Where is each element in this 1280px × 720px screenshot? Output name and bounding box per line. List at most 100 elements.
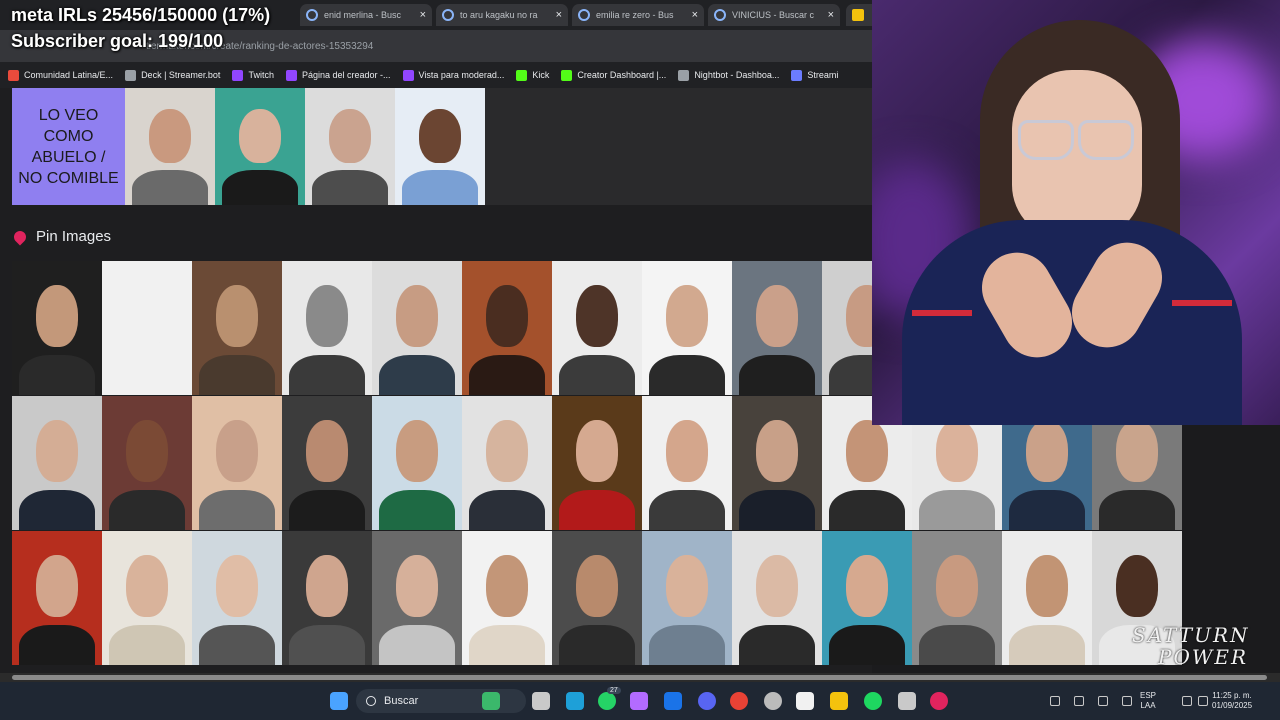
- clock[interactable]: 11:25 p. m. 01/09/2025: [1212, 691, 1252, 711]
- actor-image[interactable]: [732, 531, 822, 665]
- bookmark-label: Página del creador -...: [301, 70, 391, 80]
- bookmark-item[interactable]: Kick: [516, 69, 549, 81]
- webcam-feed: [872, 0, 1280, 425]
- bookmark-icon: [8, 69, 19, 81]
- app-red-icon[interactable]: [930, 692, 948, 710]
- actor-image[interactable]: [642, 261, 732, 395]
- bookmark-item[interactable]: Deck | Streamer.bot: [125, 69, 220, 81]
- logo-line-2: POWER: [1158, 645, 1249, 669]
- actor-image[interactable]: [102, 531, 192, 665]
- tier-actor-image[interactable]: [305, 88, 395, 205]
- actor-image[interactable]: [102, 396, 192, 530]
- horizontal-scrollbar[interactable]: [0, 673, 1280, 682]
- pin-images-header: Pin Images: [11, 228, 111, 245]
- copilot-icon[interactable]: [630, 692, 648, 710]
- widgets-icon[interactable]: [482, 692, 500, 710]
- bookmark-icon: [232, 69, 244, 81]
- tray-app-icon[interactable]: [1122, 696, 1132, 706]
- subscriber-goal-overlay: Subscriber goal: 199/100: [11, 31, 224, 51]
- language-region: LAA: [1140, 701, 1156, 710]
- actor-image[interactable]: [822, 531, 912, 665]
- actor-image[interactable]: [282, 261, 372, 395]
- actor-image[interactable]: [372, 396, 462, 530]
- actor-image[interactable]: [282, 396, 372, 530]
- spotify-icon[interactable]: [864, 692, 882, 710]
- actor-image[interactable]: [732, 261, 822, 395]
- actor-image[interactable]: [12, 261, 102, 395]
- actor-image[interactable]: [642, 396, 732, 530]
- tab-title: enid merlina - Busc: [324, 10, 402, 20]
- bookmark-item[interactable]: Twitch: [232, 69, 274, 81]
- bookmark-item[interactable]: Creator Dashboard |...: [561, 69, 667, 81]
- browser-tab-4[interactable]: VINICIUS - Buscar c ×: [708, 4, 840, 26]
- actor-image[interactable]: [732, 396, 822, 530]
- network-icon[interactable]: [1182, 696, 1192, 706]
- edge-icon[interactable]: [566, 692, 584, 710]
- glasses-lens-right: [1078, 120, 1134, 160]
- actor-image[interactable]: [552, 261, 642, 395]
- actor-image[interactable]: [372, 531, 462, 665]
- language-indicator[interactable]: ESP LAA: [1140, 691, 1156, 711]
- actor-image[interactable]: [912, 531, 1002, 665]
- bookmark-item[interactable]: Streami: [791, 69, 838, 81]
- actor-image[interactable]: [642, 531, 732, 665]
- google-icon: [442, 9, 454, 21]
- tab-title: emilia re zero - Bus: [596, 10, 674, 20]
- actor-image[interactable]: [372, 261, 462, 395]
- actor-image[interactable]: [552, 531, 642, 665]
- close-icon[interactable]: ×: [828, 9, 834, 21]
- browser-tab-active[interactable]: [846, 4, 872, 26]
- actor-image[interactable]: [12, 396, 102, 530]
- volume-icon[interactable]: [1198, 696, 1208, 706]
- bookmark-item[interactable]: Página del creador -...: [285, 69, 391, 81]
- chrome-icon[interactable]: [730, 692, 748, 710]
- outlook-icon[interactable]: [664, 692, 682, 710]
- discord-icon[interactable]: [698, 692, 716, 710]
- obs-icon[interactable]: [764, 692, 782, 710]
- bookmark-item[interactable]: Nightbot - Dashboa...: [678, 69, 779, 81]
- settings-icon[interactable]: [898, 692, 916, 710]
- bookmark-icon: [402, 69, 414, 81]
- tab-title: to aru kagaku no ra: [460, 10, 538, 20]
- tray-app-icon[interactable]: [1074, 696, 1084, 706]
- task-view-icon[interactable]: [532, 692, 550, 710]
- close-icon[interactable]: ×: [692, 9, 698, 21]
- bookmark-label: Comunidad Latina/E...: [24, 70, 114, 80]
- bookmark-label: Vista para moderad...: [418, 70, 505, 80]
- actor-image[interactable]: [12, 531, 102, 665]
- pin-icon: [11, 228, 29, 245]
- actor-image[interactable]: [192, 531, 282, 665]
- actor-image[interactable]: [462, 396, 552, 530]
- tier-actor-image[interactable]: [125, 88, 215, 205]
- capcut-icon[interactable]: [796, 692, 814, 710]
- actor-image[interactable]: [102, 261, 192, 395]
- meta-irls-overlay: meta IRLs 25456/150000 (17%): [11, 5, 271, 25]
- tray-battery-icon[interactable]: [1098, 696, 1108, 706]
- tray-chevron-icon[interactable]: [1050, 696, 1060, 706]
- actor-image[interactable]: [462, 531, 552, 665]
- browser-tab-2[interactable]: to aru kagaku no ra ×: [436, 4, 568, 26]
- close-icon[interactable]: ×: [420, 9, 426, 21]
- google-icon: [714, 9, 726, 21]
- tier-actor-image[interactable]: [395, 88, 485, 205]
- browser-tab-3[interactable]: emilia re zero - Bus ×: [572, 4, 704, 26]
- browser-tab-1[interactable]: enid merlina - Busc ×: [300, 4, 432, 26]
- google-icon: [306, 9, 318, 21]
- actor-image[interactable]: [552, 396, 642, 530]
- actor-image[interactable]: [192, 396, 282, 530]
- actor-image[interactable]: [192, 261, 282, 395]
- bookmark-item[interactable]: Vista para moderad...: [402, 69, 505, 81]
- scrollbar-thumb[interactable]: [12, 675, 1267, 680]
- start-icon[interactable]: [330, 692, 348, 710]
- actor-image[interactable]: [282, 531, 372, 665]
- close-icon[interactable]: ×: [556, 9, 562, 21]
- tier-actor-image[interactable]: [215, 88, 305, 205]
- bookmark-item[interactable]: Comunidad Latina/E...: [8, 69, 114, 81]
- actor-image[interactable]: [462, 261, 552, 395]
- bookmark-label: Creator Dashboard |...: [577, 70, 667, 80]
- actor-image[interactable]: [1002, 531, 1092, 665]
- tier-label[interactable]: LO VEO COMO ABUELO / NO COMIBLE: [12, 88, 125, 205]
- taskbar-search[interactable]: Buscar: [356, 689, 526, 713]
- file-explorer-icon[interactable]: [830, 692, 848, 710]
- whatsapp-icon[interactable]: [598, 692, 616, 710]
